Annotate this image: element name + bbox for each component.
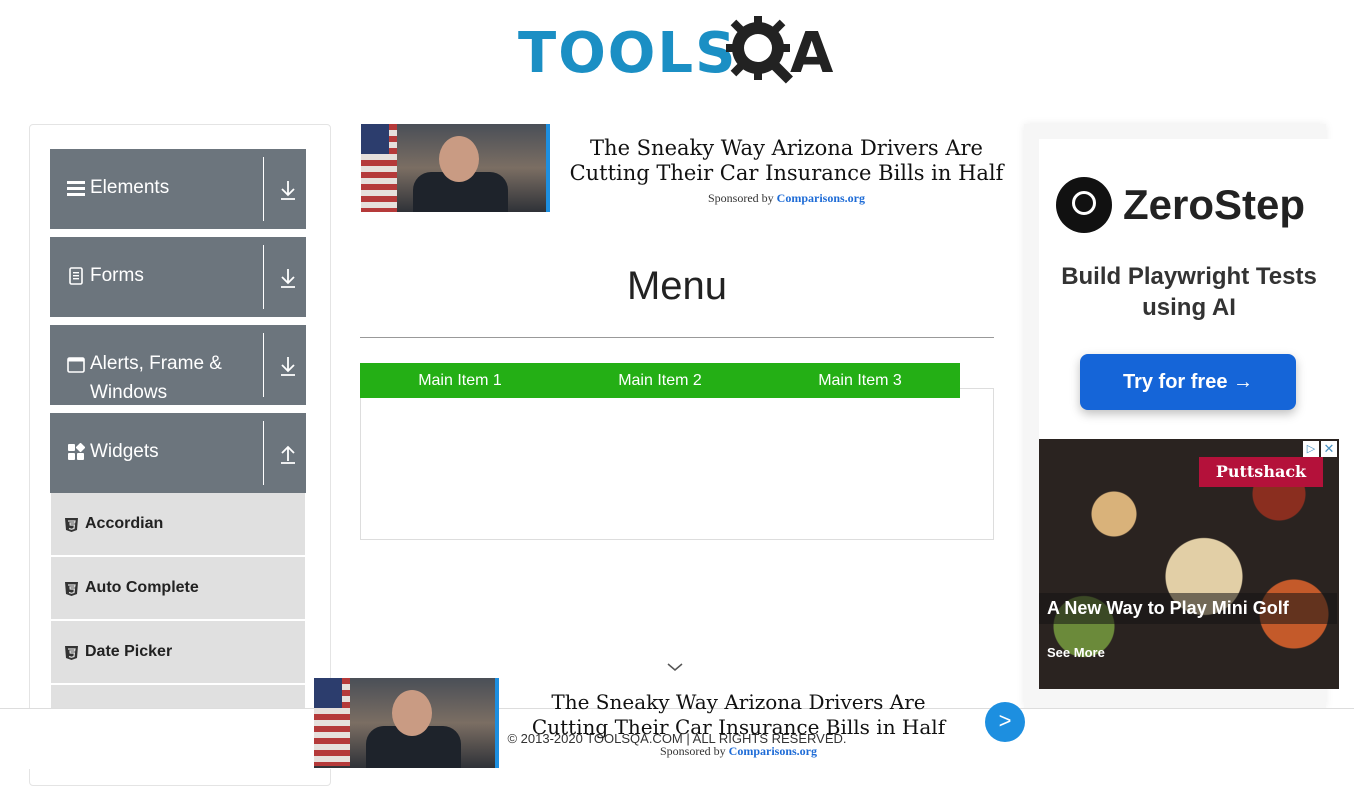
zerostep-ad[interactable]: ZeroStep Build Playwright Tests using AI… — [1039, 139, 1339, 439]
person-graphic — [439, 136, 479, 182]
sidebar-group-title: Alerts, Frame & Windows — [90, 353, 222, 403]
sidebar-item-auto-complete[interactable]: Auto Complete — [51, 557, 305, 620]
ad-sponsor: Sponsored by Comparisons.org — [511, 744, 966, 759]
toolsqa-logo[interactable]: TOOLS A — [518, 14, 840, 92]
hamburger-icon — [67, 181, 85, 196]
zerostep-logo-icon — [1056, 177, 1112, 233]
sponsored-by-label: Sponsored by — [659, 744, 726, 758]
left-panel: Elements Forms Alerts, Frame & Windows W… — [29, 124, 331, 786]
puttshack-ad[interactable]: ▷ ✕ Puttshack A New Way to Play Mini Gol… — [1039, 439, 1339, 689]
download-arrow-icon[interactable] — [278, 267, 298, 289]
sidebar-item-accordian[interactable]: Accordian — [51, 493, 305, 556]
sponsor-link[interactable]: Comparisons.org — [777, 191, 865, 205]
menu-item-main-2[interactable]: Main Item 2 — [560, 363, 760, 398]
ad-banner-bottom[interactable]: The Sneaky Way Arizona Drivers Are Cutti… — [314, 678, 1026, 768]
ad-image[interactable] — [314, 678, 495, 768]
menu-item-main-3[interactable]: Main Item 3 — [760, 363, 960, 398]
logo-text: TOOLS — [518, 21, 738, 86]
logo-gear-magnifier-icon — [726, 16, 793, 84]
sidebar-group-alerts[interactable]: Alerts, Frame & Windows — [50, 325, 306, 405]
page-title: Menu — [626, 264, 728, 308]
document-icon — [69, 267, 83, 285]
ad-headline[interactable]: The Sneaky Way Arizona Drivers Are Cutti… — [554, 136, 1019, 186]
download-arrow-icon[interactable] — [278, 179, 298, 201]
ad-brand: Puttshack — [1199, 457, 1323, 487]
sidebar-item-label: Date Picker — [85, 643, 173, 660]
sponsor-link[interactable]: Comparisons.org — [729, 744, 817, 758]
next-ad-button[interactable]: > — [985, 702, 1025, 742]
upload-arrow-icon[interactable] — [278, 443, 298, 465]
ad-brand: ZeroStep — [1123, 181, 1306, 228]
sidebar-group-title: Widgets — [90, 441, 159, 462]
sidebar-item-label: Accordian — [85, 515, 164, 532]
menu-container — [360, 388, 994, 540]
ad-image[interactable] — [361, 124, 546, 212]
window-icon — [67, 357, 85, 373]
ad-tagline: Build Playwright Tests using AI — [1061, 263, 1317, 321]
title-divider — [360, 337, 994, 338]
sidebar-group-forms[interactable]: Forms — [50, 237, 306, 317]
sponsored-by-label: Sponsored by — [707, 191, 774, 205]
try-for-free-button[interactable]: Try for free → — [1080, 354, 1296, 410]
divider — [263, 333, 264, 397]
ad-accent-bar — [546, 124, 550, 212]
html5-icon — [65, 646, 78, 660]
widgets-icon — [68, 443, 85, 460]
divider — [263, 245, 264, 309]
ad-accent-bar — [495, 678, 499, 768]
html5-icon — [65, 582, 78, 596]
ad-headline[interactable]: The Sneaky Way Arizona Drivers Are Cutti… — [511, 690, 966, 740]
divider — [263, 421, 264, 485]
divider — [263, 157, 264, 221]
sidebar-item-date-picker[interactable]: Date Picker — [51, 621, 305, 684]
close-icon[interactable]: ✕ — [1321, 441, 1337, 457]
ad-sponsor: Sponsored by Comparisons.org — [554, 191, 1019, 206]
html5-icon — [65, 518, 78, 532]
nav-menu: Main Item 1 Main Item 2 Main Item 3 — [360, 363, 960, 398]
sidebar-group-widgets[interactable]: Widgets — [50, 413, 306, 493]
flag-graphic — [361, 124, 389, 154]
ad-banner-top[interactable]: The Sneaky Way Arizona Drivers Are Cutti… — [361, 124, 1021, 214]
see-more-button[interactable]: See More — [1047, 645, 1105, 660]
menu-item-main-1[interactable]: Main Item 1 — [360, 363, 560, 398]
logo-letter-a: A — [790, 21, 834, 86]
person-graphic — [392, 690, 432, 736]
sidebar-item-label: Auto Complete — [85, 579, 199, 596]
sidebar-group-title: Elements — [90, 177, 170, 198]
ad-info-icon[interactable]: ▷ — [1303, 441, 1319, 457]
sidebar-group-title: Forms — [90, 265, 144, 286]
ad-headline: A New Way to Play Mini Golf — [1039, 593, 1337, 624]
sidebar-group-elements[interactable]: Elements — [50, 149, 306, 229]
flag-graphic — [314, 678, 342, 708]
chevron-down-icon[interactable] — [667, 662, 683, 672]
download-arrow-icon[interactable] — [278, 355, 298, 377]
